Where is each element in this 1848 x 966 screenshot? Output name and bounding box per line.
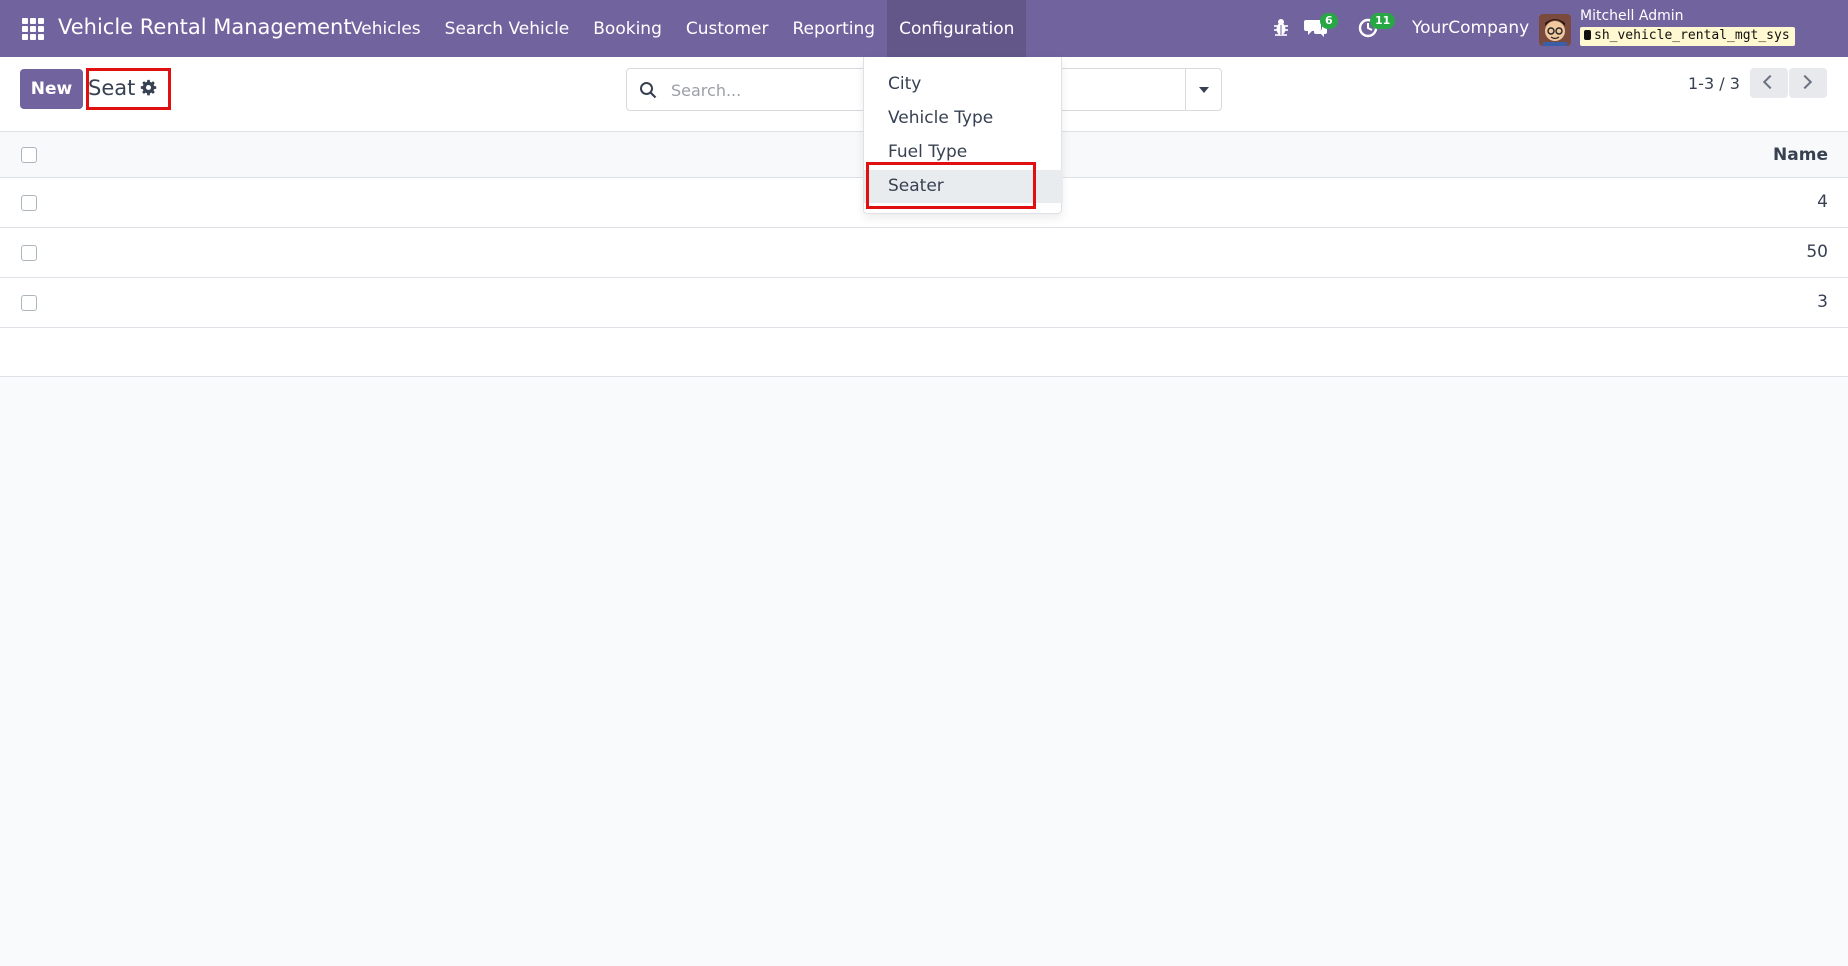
gear-icon[interactable] <box>140 79 157 96</box>
database-icon <box>1584 30 1591 40</box>
table-row[interactable]: 50 <box>0 228 1848 278</box>
activity-count-badge: 11 <box>1370 13 1396 29</box>
user-name[interactable]: Mitchell Admin <box>1580 8 1684 24</box>
dropdown-item-city[interactable]: City <box>864 68 1063 101</box>
database-name: sh_vehicle_rental_mgt_sys <box>1594 28 1790 43</box>
company-switcher[interactable]: YourCompany <box>1412 18 1529 38</box>
pager-next-button[interactable] <box>1789 68 1827 98</box>
page-title: Seat <box>88 76 136 100</box>
row-checkbox[interactable] <box>21 295 37 311</box>
new-button[interactable]: New <box>20 69 83 109</box>
select-all-checkbox[interactable] <box>21 147 37 163</box>
menu-customer[interactable]: Customer <box>674 0 781 57</box>
configuration-dropdown: City Vehicle Type Fuel Type Seater <box>863 57 1063 214</box>
chevron-left-icon <box>1762 74 1778 90</box>
user-avatar[interactable] <box>1539 14 1571 46</box>
cell-name[interactable]: 3 <box>1817 292 1828 312</box>
apps-menu-icon[interactable] <box>22 18 44 40</box>
pager-value[interactable]: 1-3 / 3 <box>1688 74 1740 93</box>
menu-reporting[interactable]: Reporting <box>780 0 887 57</box>
search-icon[interactable] <box>639 81 657 99</box>
chevron-right-icon <box>1797 74 1813 90</box>
menu-vehicles[interactable]: Vehicles <box>339 0 433 57</box>
table-row[interactable]: 3 <box>0 278 1848 328</box>
search-options-toggle[interactable] <box>1185 69 1221 110</box>
app-brand[interactable]: Vehicle Rental Management <box>58 15 352 39</box>
dropdown-item-seater[interactable]: Seater <box>864 170 1063 203</box>
menu-configuration[interactable]: Configuration <box>887 0 1027 57</box>
row-checkbox[interactable] <box>21 195 37 211</box>
dropdown-item-vehicle-type[interactable]: Vehicle Type <box>864 102 1063 135</box>
menu-search-vehicle[interactable]: Search Vehicle <box>433 0 582 57</box>
main-menu: Vehicles Search Vehicle Booking Customer… <box>339 0 1027 57</box>
pager-previous-button[interactable] <box>1750 68 1788 98</box>
column-header-name[interactable]: Name <box>1773 145 1828 165</box>
cell-name[interactable]: 4 <box>1817 192 1828 212</box>
menu-booking[interactable]: Booking <box>581 0 674 57</box>
database-badge: sh_vehicle_rental_mgt_sys <box>1580 27 1795 46</box>
chat-count-badge: 6 <box>1320 13 1338 29</box>
row-checkbox[interactable] <box>21 245 37 261</box>
cell-name[interactable]: 50 <box>1806 242 1828 262</box>
list-footer-row <box>0 328 1848 377</box>
top-navbar: Vehicle Rental Management Vehicles Searc… <box>0 0 1848 57</box>
dropdown-item-fuel-type[interactable]: Fuel Type <box>864 136 1063 169</box>
debug-bug-icon[interactable] <box>1272 17 1290 37</box>
